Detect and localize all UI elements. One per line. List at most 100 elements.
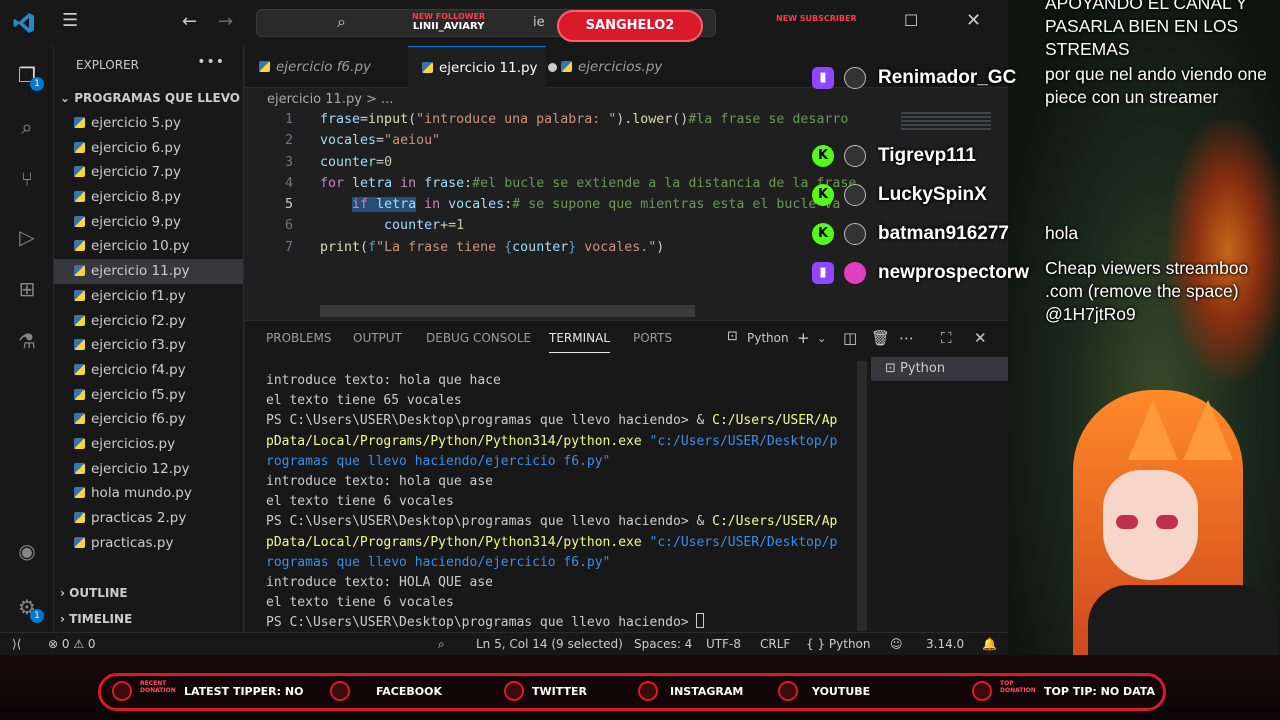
python-file-icon bbox=[422, 62, 433, 73]
file-label: practicas 2.py bbox=[91, 510, 187, 526]
file-item[interactable]: ejercicio 6.py bbox=[54, 136, 243, 161]
file-item[interactable]: ejercicio f1.py bbox=[54, 284, 243, 309]
more-icon[interactable]: ⋯ bbox=[899, 329, 914, 347]
terminal-text: C:/Users/USER/Ap bbox=[712, 514, 838, 530]
chat-message: Cheap viewers streamboo .com (remove the… bbox=[1045, 258, 1249, 324]
horizontal-scrollbar[interactable] bbox=[320, 305, 695, 317]
terminal-scrollbar[interactable] bbox=[857, 361, 867, 631]
vscode-logo-icon bbox=[13, 13, 34, 33]
editor-tab[interactable]: ejercicio 11.py bbox=[408, 46, 557, 88]
editor-tab[interactable]: ejercicios.py bbox=[547, 46, 679, 88]
outline-section[interactable]: › OUTLINE bbox=[60, 586, 128, 600]
run-debug-icon[interactable]: ▷ bbox=[14, 224, 40, 250]
code-token: () bbox=[672, 112, 689, 127]
file-item[interactable]: ejercicio 9.py bbox=[54, 210, 243, 235]
file-item[interactable]: hola mundo.py bbox=[54, 481, 243, 506]
minimap[interactable] bbox=[901, 112, 991, 130]
panel-tab-debug-console[interactable]: DEBUG CONSOLE bbox=[426, 331, 531, 345]
terminal-text: el texto tiene 6 vocales bbox=[266, 494, 454, 510]
file-item[interactable]: ejercicio 10.py bbox=[54, 234, 243, 259]
line-number: 3 bbox=[284, 154, 293, 170]
forward-arrow-icon[interactable]: → bbox=[218, 11, 233, 32]
more-actions-icon[interactable]: ••• bbox=[197, 54, 225, 70]
file-label: ejercicio 5.py bbox=[91, 115, 181, 131]
notifications-icon[interactable]: 🔔 bbox=[982, 637, 997, 651]
problems-status[interactable]: ⊗ 0 ⚠ 0 bbox=[48, 637, 96, 651]
terminal-line: PS C:\Users\USER\Desktop\programas que l… bbox=[266, 512, 866, 532]
terminal-output[interactable]: introduce texto: hola que hace el texto t… bbox=[266, 371, 866, 634]
code-token: letra bbox=[352, 175, 393, 191]
file-item[interactable]: ejercicio 5.py bbox=[54, 111, 243, 136]
indentation[interactable]: Spaces: 4 bbox=[634, 637, 692, 651]
terminal-text: "c:/Users/USER/Desktop/p bbox=[649, 534, 838, 550]
search-icon: ⌕ bbox=[337, 12, 346, 31]
trash-icon[interactable]: 🗑 bbox=[871, 329, 890, 347]
terminal-profile-label[interactable]: Python bbox=[747, 331, 789, 345]
file-label: ejercicio f6.py bbox=[91, 411, 186, 428]
terminal-text: C:/Users/USER/Ap bbox=[712, 413, 838, 429]
python-version[interactable]: 3.14.0 bbox=[926, 637, 964, 651]
folder-header[interactable]: ⌄ PROGRAMAS QUE LLEVO ... bbox=[60, 91, 258, 105]
panel-tab-terminal[interactable]: TERMINAL bbox=[549, 331, 611, 353]
back-arrow-icon[interactable]: ← bbox=[182, 11, 197, 32]
timeline-section[interactable]: › TIMELINE bbox=[60, 612, 132, 626]
menu-icon[interactable]: ☰ bbox=[62, 10, 78, 31]
file-label: ejercicio 6.py bbox=[91, 139, 181, 156]
file-item[interactable]: ejercicio f5.py bbox=[54, 383, 243, 408]
file-item[interactable]: ejercicio f4.py bbox=[54, 358, 243, 383]
chevron-right-icon: › bbox=[60, 586, 70, 600]
encoding[interactable]: UTF-8 bbox=[706, 637, 741, 651]
donation-icon bbox=[972, 681, 992, 701]
source-control-icon[interactable]: ⑂ bbox=[14, 166, 40, 192]
python-file-icon bbox=[74, 413, 85, 425]
file-item[interactable]: ejercicio 8.py bbox=[54, 185, 243, 210]
panel-tab-problems[interactable]: PROBLEMS bbox=[266, 331, 332, 345]
file-item[interactable]: ejercicio f6.py bbox=[54, 407, 243, 432]
end-of-line[interactable]: CRLF bbox=[760, 637, 790, 651]
file-item[interactable]: ejercicio f2.py bbox=[54, 309, 243, 334]
code-token: #la frase se desarro bbox=[688, 112, 849, 127]
add-terminal-icon[interactable]: + bbox=[797, 329, 810, 347]
cursor-position[interactable]: Ln 5, Col 14 (9 selected) bbox=[476, 637, 623, 651]
copilot-icon[interactable]: ☺ bbox=[890, 637, 903, 651]
terminal-list-item[interactable]: ⊡ Python bbox=[871, 357, 1008, 381]
file-item[interactable]: ejercicio 12.py bbox=[54, 457, 243, 482]
extensions-icon[interactable]: ⊞ bbox=[14, 276, 40, 302]
maximize-icon[interactable]: ☐ bbox=[904, 11, 918, 30]
terminal-text: rogramas que llevo haciendo/ejercicio f6… bbox=[266, 453, 611, 469]
file-item[interactable]: practicas.py bbox=[54, 531, 243, 556]
file-item[interactable]: ejercicio 7.py bbox=[54, 160, 243, 185]
code-token: # se supone que mientras esta el bucle v… bbox=[512, 197, 841, 213]
chat-message: por que nel ando viendo one piece con un… bbox=[1045, 64, 1267, 107]
chat-username: Renimador_GC bbox=[878, 67, 1017, 88]
account-icon[interactable]: ◉ bbox=[14, 538, 40, 564]
search-icon[interactable]: ⌕ bbox=[14, 114, 40, 140]
file-item[interactable]: ejercicios.py bbox=[54, 432, 243, 457]
close-panel-icon[interactable]: ✕ bbox=[974, 329, 987, 347]
editor-tab[interactable]: ejercicio f6.py bbox=[245, 46, 395, 88]
maximize-panel-icon[interactable]: ⛶ bbox=[941, 329, 952, 347]
explorer-icon[interactable]: ❐ 1 bbox=[14, 62, 44, 91]
code-token: letra bbox=[376, 197, 417, 213]
python-file-icon bbox=[74, 363, 85, 375]
chevron-down-icon[interactable]: ⌄ bbox=[817, 332, 826, 345]
zoom-search-icon[interactable]: ⌕ bbox=[438, 637, 445, 652]
file-item[interactable]: practicas 2.py bbox=[54, 506, 243, 531]
code-token: if bbox=[352, 197, 369, 213]
terminal-line: introduce texto: hola que hace bbox=[266, 371, 866, 391]
terminal-text: PS C:\Users\USER\Desktop\programas que l… bbox=[266, 413, 713, 429]
close-window-icon[interactable]: ✕ bbox=[966, 10, 981, 31]
testing-icon[interactable]: ⚗ bbox=[14, 328, 40, 354]
code-token: in bbox=[424, 197, 441, 213]
breadcrumb[interactable]: ejercicio 11.py > ... bbox=[267, 92, 393, 107]
panel-tab-ports[interactable]: PORTS bbox=[633, 331, 672, 345]
code-line[interactable]: 1 frase=input("introduce una palabra: ").… bbox=[245, 109, 1008, 130]
language-mode[interactable]: { } Python bbox=[806, 637, 871, 651]
file-item[interactable]: ejercicio f3.py bbox=[54, 333, 243, 358]
split-terminal-icon[interactable]: ◫ bbox=[843, 329, 857, 347]
remote-icon[interactable]: ⟩⟨ bbox=[12, 637, 21, 651]
settings-icon[interactable]: ⚙ 1 bbox=[14, 594, 44, 623]
panel-tab-output[interactable]: OUTPUT bbox=[353, 331, 402, 345]
file-item[interactable]: ejercicio 11.py bbox=[54, 259, 243, 284]
line-number: 1 bbox=[284, 112, 293, 127]
